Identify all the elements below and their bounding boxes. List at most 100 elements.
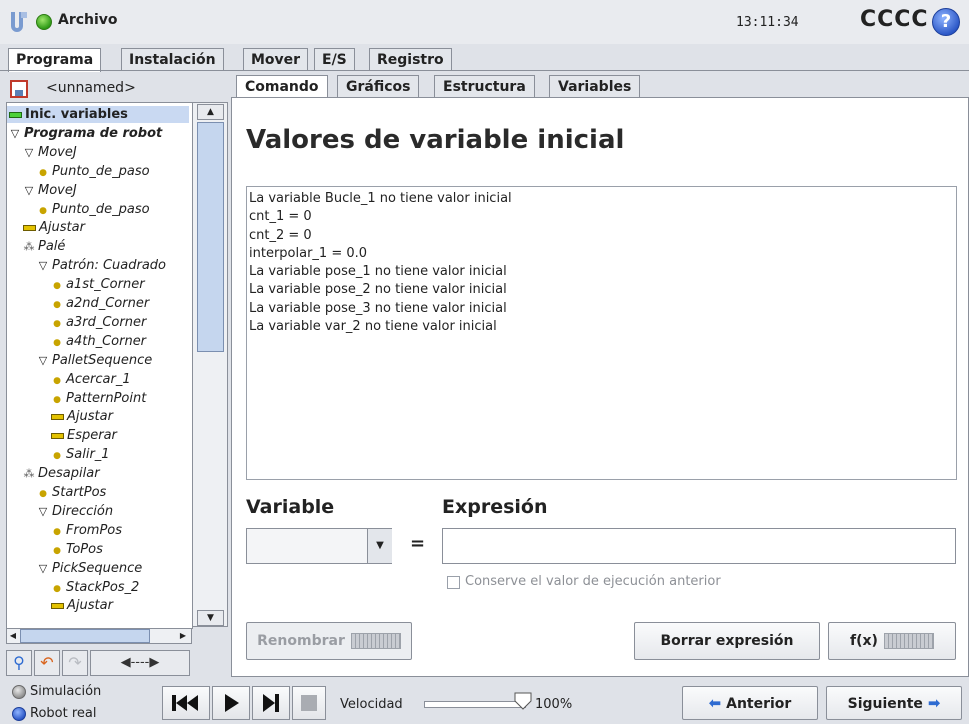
tab-variables[interactable]: Variables — [549, 75, 641, 97]
help-icon[interactable]: ? — [932, 8, 960, 36]
speed-slider[interactable] — [424, 701, 526, 708]
variable-list-item[interactable]: cnt_1 = 0 — [249, 208, 954, 226]
search-icon[interactable]: ⚲ — [6, 650, 32, 676]
stop-button[interactable] — [292, 686, 326, 720]
tree-node[interactable]: ● Punto_de_paso — [37, 163, 150, 182]
undo-icon[interactable]: ↶ — [34, 650, 60, 676]
tab-estructura[interactable]: Estructura — [434, 75, 535, 97]
next-button[interactable]: Siguiente ➡ — [826, 686, 962, 720]
command-icon — [51, 602, 64, 609]
tree-node[interactable]: Ajustar — [23, 219, 85, 236]
tree-node[interactable]: ● a2nd_Corner — [51, 295, 149, 314]
tree-node[interactable]: ▽ Patrón: Cuadrado — [37, 257, 166, 274]
tree-node-label: a1st_Corner — [66, 277, 145, 293]
rename-button[interactable]: Renombrar — [246, 622, 412, 660]
step-button[interactable] — [252, 686, 290, 720]
tab-programa[interactable]: Programa — [8, 48, 102, 72]
program-tree[interactable]: Inic. variables ▽ Programa de robot ▽ MoveJ ●… — [6, 102, 193, 629]
tree-node[interactable]: ⁂ Palé — [23, 238, 66, 255]
real-robot-radio[interactable] — [12, 707, 26, 721]
command-icon — [51, 413, 64, 420]
chevron-down-icon[interactable]: ▼ — [367, 529, 392, 563]
keep-value-label: Conserve el valor de ejecución anterior — [465, 574, 721, 589]
tree-node[interactable]: Ajustar — [51, 597, 113, 614]
tab-instalacion[interactable]: Instalación — [121, 48, 224, 70]
rewind-icon — [172, 695, 198, 711]
simulation-label: Simulación — [30, 684, 102, 699]
tree-node-label: Ajustar — [67, 598, 113, 614]
move-node-icon[interactable]: ◀‑‑‑‑▶ — [90, 650, 190, 676]
tree-node[interactable]: ▽ MoveJ — [23, 182, 77, 199]
tab-mover[interactable]: Mover — [243, 48, 309, 70]
tree-node[interactable]: ▽ PalletSequence — [37, 352, 152, 369]
variable-list-item[interactable]: La variable Bucle_1 no tiene valor inici… — [249, 190, 954, 208]
tree-node-label: a4th_Corner — [66, 333, 147, 349]
tree-node-label: Esperar — [67, 428, 117, 444]
variable-list-item[interactable]: interpolar_1 = 0.0 — [249, 245, 954, 263]
tree-node[interactable]: ⁂ Desapilar — [23, 465, 100, 482]
previous-button[interactable]: ⬅ Anterior — [682, 686, 818, 720]
tree-node[interactable]: ● a3rd_Corner — [51, 314, 146, 333]
rewind-button[interactable] — [162, 686, 210, 720]
scroll-right-arrow-icon[interactable]: ▶ — [176, 629, 190, 643]
tree-node[interactable]: Esperar — [51, 427, 117, 444]
tree-hscroll-thumb[interactable] — [20, 629, 150, 643]
speed-label: Velocidad — [340, 697, 403, 712]
tree-node[interactable]: ● a4th_Corner — [51, 333, 146, 352]
scroll-down-arrow-icon[interactable]: ▼ — [197, 610, 224, 626]
tree-node[interactable]: ▽ PickSequence — [37, 560, 143, 577]
variable-list-item[interactable]: La variable var_2 no tiene valor inicial — [249, 318, 954, 336]
play-button[interactable] — [212, 686, 250, 720]
title-bar — [0, 0, 969, 44]
expand-triangle-icon: ▽ — [38, 504, 48, 518]
arrow-left-icon: ⬅ — [708, 694, 722, 712]
tree-node[interactable]: Inic. variables — [7, 106, 189, 123]
scroll-left-arrow-icon[interactable]: ◀ — [7, 629, 19, 643]
simulation-radio[interactable] — [12, 685, 26, 699]
tree-node[interactable]: Ajustar — [51, 408, 113, 425]
play-icon — [225, 694, 239, 712]
variable-list-item[interactable]: cnt_2 = 0 — [249, 227, 954, 245]
file-menu[interactable]: Archivo — [58, 12, 118, 28]
tree-node-label: Ajustar — [39, 220, 85, 236]
tree-node[interactable]: ● StackPos_2 — [51, 579, 139, 598]
tree-node[interactable]: ● ToPos — [51, 541, 103, 560]
rename-label: Renombrar — [257, 633, 345, 649]
save-icon[interactable] — [10, 80, 28, 98]
tree-node-label: PickSequence — [52, 560, 143, 576]
expression-input[interactable] — [442, 528, 956, 564]
variable-list-item[interactable]: La variable pose_3 no tiene valor inicia… — [249, 300, 954, 318]
clear-expression-button[interactable]: Borrar expresión — [634, 622, 820, 660]
tab-comando[interactable]: Comando — [236, 75, 328, 98]
tree-node[interactable]: ● Punto_de_paso — [37, 201, 150, 220]
equals-sign: = — [410, 533, 426, 554]
keyboard-icon — [350, 633, 401, 649]
tree-node[interactable]: ● FromPos — [51, 522, 122, 541]
tree-node[interactable]: ▽ Dirección — [37, 503, 113, 520]
tree-node-label: FromPos — [66, 522, 123, 538]
tree-scroll-thumb[interactable] — [197, 122, 224, 352]
keep-value-checkbox[interactable] — [447, 576, 460, 589]
tab-es[interactable]: E/S — [314, 48, 355, 70]
tree-node[interactable]: ● a1st_Corner — [51, 276, 145, 295]
tab-registro[interactable]: Registro — [369, 48, 452, 70]
tree-node[interactable]: ▽ MoveJ — [23, 144, 77, 161]
tree-node[interactable]: ● PatternPoint — [51, 390, 146, 409]
tree-node-label: Ajustar — [67, 409, 113, 425]
fx-button[interactable]: f(x) — [828, 622, 956, 660]
tree-node[interactable]: ● StartPos — [37, 484, 106, 503]
variable-list-item[interactable]: La variable pose_1 no tiene valor inicia… — [249, 263, 954, 281]
tree-node[interactable]: ▽ Programa de robot — [9, 125, 162, 142]
variable-list[interactable]: La variable Bucle_1 no tiene valor inici… — [246, 186, 957, 480]
speed-slider-thumb[interactable] — [513, 691, 533, 711]
tree-node-label: ToPos — [66, 541, 103, 557]
expand-triangle-icon: ▽ — [38, 561, 48, 575]
variable-list-item[interactable]: La variable pose_2 no tiene valor inicia… — [249, 281, 954, 299]
scroll-up-arrow-icon[interactable]: ▲ — [197, 104, 224, 120]
tree-node-label: a2nd_Corner — [66, 296, 150, 311]
tab-graficos[interactable]: Gráficos — [337, 75, 420, 97]
redo-icon[interactable]: ↷ — [62, 650, 88, 676]
tree-node-label: MoveJ — [38, 182, 77, 198]
tree-node[interactable]: ● Acercar_1 — [51, 371, 131, 390]
tree-node[interactable]: ● Salir_1 — [51, 446, 110, 465]
